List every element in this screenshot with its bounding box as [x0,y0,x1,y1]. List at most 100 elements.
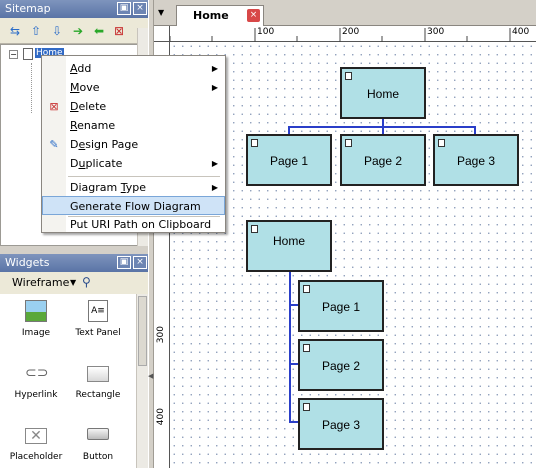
horizontal-ruler: 100 200 300 400 [170,26,536,42]
move-down-icon[interactable]: ⇩ [50,24,64,38]
page-icon [438,139,445,147]
ruler-label: 300 [427,27,445,37]
widget-label: Rectangle [75,390,121,400]
menu-item-rename[interactable]: Rename [42,116,225,135]
menu-item-put-uri-path[interactable]: Put URI Path on Clipboard [42,215,225,234]
node-label: Page 2 [363,154,403,168]
collapse-arrow-icon[interactable]: ◀ [148,372,153,380]
page-icon [303,403,310,411]
ruler-label: 400 [512,27,530,37]
context-menu: Add ▶ Move ▶ ⊠ Delete Rename ✎ Design Pa… [41,55,226,233]
node-label: Home [366,87,399,101]
ruler-label: 100 [257,27,275,37]
scroll-thumb[interactable] [138,296,147,366]
tab-menu-icon[interactable]: ▼ [158,8,164,17]
widget-rectangle[interactable]: Rectangle [66,366,130,400]
widget-label: Button [82,452,114,462]
chevron-down-icon[interactable]: ▼ [70,278,76,287]
tree-guide [31,63,39,113]
submenu-arrow-icon: ▶ [211,183,218,192]
connector [474,126,476,134]
widget-label: Hyperlink [14,390,58,400]
menu-label: Move [70,81,100,94]
flow-node-page-1[interactable]: Page 1 [298,280,384,332]
link-icon: ⊂⊃ [25,365,49,381]
flow-node-page-2[interactable]: Page 2 [298,339,384,391]
library-select[interactable]: Wireframe [12,276,69,289]
node-label: Home [272,234,305,248]
menu-item-move[interactable]: Move ▶ [42,78,225,97]
pencil-icon: ✎ [49,138,59,151]
collapse-toggle[interactable]: − [9,50,18,59]
ruler-label: 300 [156,326,166,344]
outdent-icon[interactable]: ⬅ [92,24,106,38]
node-label: Page 1 [269,154,309,168]
close-tab-icon[interactable]: × [247,9,260,22]
node-label: Page 1 [321,300,361,314]
indent-icon[interactable]: ➔ [71,24,85,38]
menu-label: Diagram Type [70,181,147,194]
node-label: Page 3 [321,418,361,432]
tab-bar: ▼ Home × [154,0,536,26]
flow-node-page-3[interactable]: Page 3 [433,134,519,186]
delete-page-icon: ⊠ [49,100,59,113]
page-icon [251,225,258,233]
flow-node-page-2[interactable]: Page 2 [340,134,426,186]
node-label: Page 3 [456,154,496,168]
page-icon [345,72,352,80]
widgets-toolbar: Wireframe ▼ ⚲ [0,272,148,294]
move-up-icon[interactable]: ⇧ [29,24,43,38]
page-icon [251,139,258,147]
connector [288,126,290,134]
widget-placeholder[interactable]: ✕ Placeholder [4,428,68,462]
menu-item-design-page[interactable]: ✎ Design Page [42,135,225,154]
text-panel-icon: A≡ [88,300,108,322]
widget-label: Image [21,328,51,338]
restore-icon[interactable]: ▣ [117,256,131,269]
image-widget-icon [25,300,47,322]
menu-label: Rename [70,119,116,132]
submenu-arrow-icon: ▶ [211,159,218,168]
rectangle-icon [87,366,109,382]
flow-node-page-1[interactable]: Page 1 [246,134,332,186]
menu-item-generate-flow-diagram[interactable]: Generate Flow Diagram [42,196,225,215]
node-label: Page 2 [321,359,361,373]
menu-item-diagram-type[interactable]: Diagram Type ▶ [42,178,225,197]
close-icon[interactable]: × [133,256,147,269]
add-page-icon[interactable]: ⇆ [8,24,22,38]
widget-hyperlink[interactable]: ⊂⊃ Hyperlink [4,366,68,400]
menu-label: Design Page [70,138,139,151]
menu-item-delete[interactable]: ⊠ Delete [42,97,225,116]
search-icon[interactable]: ⚲ [82,275,91,289]
menu-label: Duplicate [70,157,123,170]
widgets-scrollbar[interactable] [136,294,148,468]
submenu-arrow-icon: ▶ [211,64,218,73]
ruler-label: 400 [156,408,166,426]
tab-home[interactable]: Home × [176,5,264,26]
menu-label: Put URI Path on Clipboard [70,218,212,231]
flow-node-home[interactable]: Home [246,220,332,272]
ruler-corner [154,26,170,42]
flow-node-page-3[interactable]: Page 3 [298,398,384,450]
widget-button[interactable]: Button [66,428,130,462]
menu-label: Add [70,62,92,75]
connector [288,126,476,128]
delete-page-icon[interactable]: ⊠ [112,24,126,38]
widget-image[interactable]: Image [4,300,68,338]
widget-label: Placeholder [9,452,63,462]
widgets-panel-title: Widgets ▣ × [0,254,148,272]
page-icon [303,285,310,293]
flow-node-home[interactable]: Home [340,67,426,119]
menu-item-add[interactable]: Add ▶ [42,59,225,78]
tab-label: Home [193,9,229,22]
sitemap-panel-title: Sitemap ▣ × [0,0,148,18]
restore-icon[interactable]: ▣ [117,2,131,15]
sitemap-title-label: Sitemap [5,2,51,15]
menu-label: Generate Flow Diagram [70,200,201,213]
close-icon[interactable]: × [133,2,147,15]
page-icon [23,48,33,60]
menu-item-duplicate[interactable]: Duplicate ▶ [42,154,225,173]
submenu-arrow-icon: ▶ [211,83,218,92]
widget-text-panel[interactable]: A≡ Text Panel [66,300,130,338]
page-icon [303,344,310,352]
